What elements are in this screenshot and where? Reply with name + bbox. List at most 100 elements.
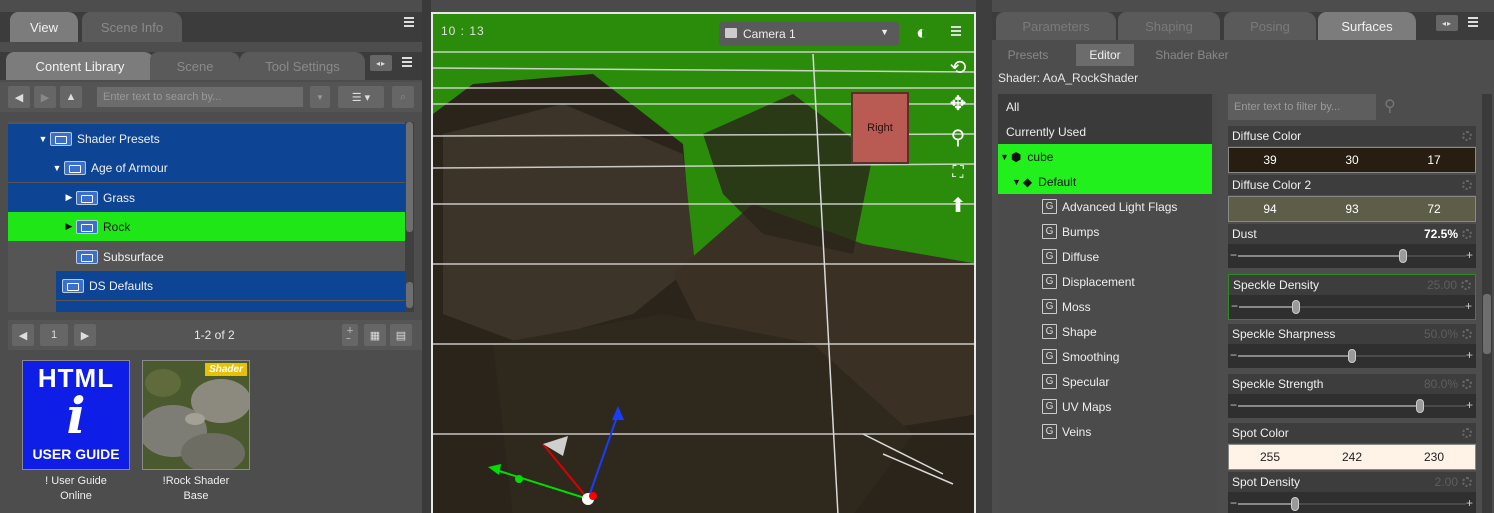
group-item[interactable]: G Specular — [998, 369, 1212, 394]
property-speckle-strength[interactable]: Speckle Strength 80.0% − + — [1228, 374, 1476, 418]
property-value[interactable]: 2.00 — [1435, 475, 1458, 489]
pan-icon[interactable]: ✥ — [945, 90, 971, 116]
viewport[interactable]: 10 : 13 Camera 1 ▼ ◐ ⟲ ✥ ⚲ ⛶ ⬆ Right — [431, 12, 976, 513]
collapsed-triangle-icon[interactable]: ▶ — [64, 192, 74, 203]
property-filter-input[interactable]: Enter text to filter by... — [1228, 94, 1376, 120]
minus-icon[interactable]: − — [1230, 348, 1237, 362]
expanded-triangle-icon[interactable]: ▼ — [38, 134, 48, 144]
gear-icon[interactable] — [1462, 428, 1472, 438]
property-slider[interactable]: − + — [1228, 492, 1476, 513]
tree-scrollbar[interactable] — [405, 122, 414, 312]
camera-select[interactable]: Camera 1 ▼ — [719, 22, 899, 46]
database-filter-icon[interactable]: ☰ ▾ — [338, 86, 384, 108]
viewport-menu-icon[interactable] — [949, 24, 963, 38]
group-item[interactable]: G UV Maps — [998, 394, 1212, 419]
slider-knob[interactable] — [1348, 349, 1356, 363]
gear-icon[interactable] — [1461, 280, 1471, 290]
property-value[interactable]: 80.0% — [1424, 377, 1458, 391]
tab-posing[interactable]: Posing — [1224, 12, 1316, 40]
property-spot-density[interactable]: Spot Density 2.00 − + — [1228, 472, 1476, 513]
color-value-field[interactable]: 94 93 72 — [1228, 196, 1476, 222]
gear-icon[interactable] — [1462, 229, 1472, 239]
frame-icon[interactable]: ⛶ — [945, 160, 971, 186]
tab-shaping[interactable]: Shaping — [1118, 12, 1220, 40]
group-item[interactable]: G Moss — [998, 294, 1212, 319]
property-value[interactable]: 25.00 — [1427, 278, 1457, 292]
expanded-triangle-icon[interactable]: ▼ — [52, 163, 62, 173]
tree-item-shader-presets[interactable]: ▼ Shader Presets — [8, 124, 405, 153]
plus-icon[interactable]: + — [1466, 398, 1473, 412]
color-value-field[interactable]: 255 242 230 — [1228, 444, 1476, 470]
property-diffuse-color[interactable]: Diffuse Color 39 30 17 — [1228, 126, 1476, 173]
tab-parameters[interactable]: Parameters — [996, 12, 1116, 40]
pane-menu-icon[interactable] — [402, 15, 416, 29]
tree-item-rock[interactable]: ▶ Rock — [8, 212, 405, 241]
reset-view-icon[interactable]: ⬆ — [945, 192, 971, 218]
color-value-field[interactable]: 39 30 17 — [1228, 147, 1476, 173]
tab-content-library[interactable]: Content Library — [6, 52, 154, 80]
plus-icon[interactable]: + — [1466, 348, 1473, 362]
forward-arrow-icon[interactable]: ▶ — [34, 86, 56, 108]
slider-knob[interactable] — [1399, 249, 1408, 263]
library-search-input[interactable]: Enter text to search by... — [96, 86, 304, 108]
minus-icon[interactable]: − — [1230, 496, 1237, 510]
tab-scroll-arrows-icon[interactable]: ◂▸ — [370, 55, 392, 71]
scrollbar-thumb[interactable] — [406, 122, 413, 232]
property-speckle-sharpness[interactable]: Speckle Sharpness 50.0% − + — [1228, 324, 1476, 368]
thumb-size-stepper-icon[interactable]: ＋ − — [342, 324, 358, 346]
property-slider[interactable]: − + — [1228, 244, 1476, 268]
property-dust[interactable]: Dust 72.5% − + — [1228, 224, 1476, 268]
group-item[interactable]: G Diffuse — [998, 244, 1212, 269]
property-speckle-density[interactable]: Speckle Density 25.00 − + — [1228, 274, 1476, 320]
subtab-editor[interactable]: Editor — [1076, 44, 1134, 66]
scrollbar-thumb[interactable] — [1483, 294, 1491, 354]
group-item[interactable]: G Veins — [998, 419, 1212, 444]
property-value[interactable]: 72.5% — [1424, 227, 1458, 241]
tab-scene[interactable]: Scene — [150, 52, 240, 80]
property-slider[interactable]: − + — [1228, 394, 1476, 418]
group-item[interactable]: G Displacement — [998, 269, 1212, 294]
pane-splitter[interactable] — [976, 0, 992, 513]
tab-tool-settings[interactable]: Tool Settings — [240, 52, 365, 80]
pane-menu-icon[interactable] — [1466, 15, 1480, 29]
zoom-icon[interactable]: ⚲ — [945, 124, 971, 150]
collapsed-triangle-icon[interactable]: ▶ — [64, 221, 74, 232]
group-item[interactable]: G Smoothing — [998, 344, 1212, 369]
rock-shader-thumbnail[interactable]: Shader — [142, 360, 250, 470]
tree-item-subsurface[interactable]: Subsurface — [8, 242, 405, 271]
search-dropdown-icon[interactable]: ▼ — [310, 86, 330, 108]
plus-icon[interactable]: + — [1466, 248, 1473, 262]
group-item[interactable]: G Shape — [998, 319, 1212, 344]
property-scrollbar[interactable] — [1482, 94, 1492, 513]
property-slider[interactable]: − + — [1229, 295, 1475, 319]
tab-surfaces[interactable]: Surfaces — [1318, 12, 1416, 40]
minus-icon[interactable]: − — [1231, 299, 1238, 313]
tree-item-currently-used[interactable]: Currently Used — [998, 119, 1212, 144]
gear-icon[interactable] — [1462, 477, 1472, 487]
display-style-icon[interactable]: ◐ — [909, 20, 935, 46]
slider-knob[interactable] — [1292, 300, 1300, 314]
group-item[interactable]: G Bumps — [998, 219, 1212, 244]
next-page-icon[interactable]: ▶ — [74, 324, 96, 346]
expanded-triangle-icon[interactable]: ▼ — [1000, 152, 1009, 162]
property-slider[interactable]: − + — [1228, 344, 1476, 368]
minus-icon[interactable]: − — [1230, 248, 1237, 262]
slider-knob[interactable] — [1416, 399, 1425, 413]
grid-view-icon[interactable]: ▦ — [364, 324, 386, 346]
gear-icon[interactable] — [1462, 329, 1472, 339]
group-item[interactable]: G Advanced Light Flags — [998, 194, 1212, 219]
previous-page-icon[interactable]: ◀ — [12, 324, 34, 346]
up-arrow-icon[interactable]: ▲ — [60, 86, 82, 108]
scrollbar-thumb[interactable] — [406, 282, 413, 308]
tab-view[interactable]: View — [10, 12, 78, 42]
tab-scroll-arrows-icon[interactable]: ◂▸ — [1436, 15, 1458, 31]
plus-icon[interactable]: + — [1466, 496, 1473, 510]
subtab-presets[interactable]: Presets — [998, 44, 1058, 66]
tree-item-grass[interactable]: ▶ Grass — [8, 183, 405, 212]
tree-item-ds-defaults[interactable]: DS Defaults — [56, 271, 405, 300]
slider-knob[interactable] — [1291, 497, 1299, 511]
orbit-icon[interactable]: ⟲ — [945, 54, 971, 80]
gear-icon[interactable] — [1462, 379, 1472, 389]
back-arrow-icon[interactable]: ◀ — [8, 86, 30, 108]
property-spot-color[interactable]: Spot Color 255 242 230 — [1228, 423, 1476, 470]
